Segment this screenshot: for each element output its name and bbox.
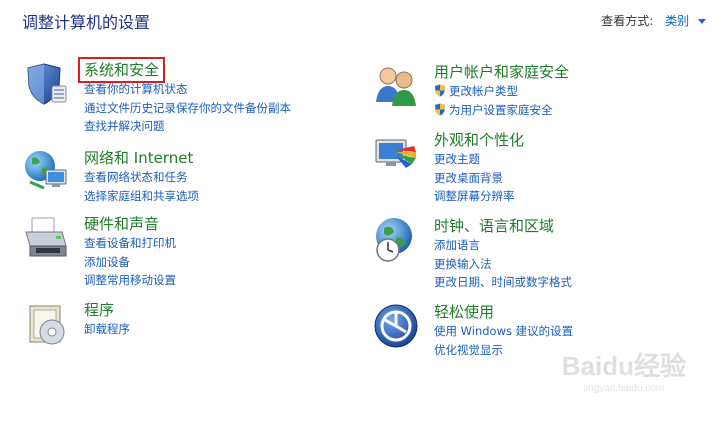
shield-icon[interactable]	[22, 60, 70, 108]
category-title-programs[interactable]: 程序	[84, 300, 114, 320]
category-title-appearance[interactable]: 外观和个性化	[434, 130, 524, 150]
link-optimize-visual-display[interactable]: 优化视觉显示	[434, 341, 573, 360]
link-view-computer-status[interactable]: 查看你的计算机状态	[84, 80, 291, 99]
link-mobility-settings[interactable]: 调整常用移动设置	[84, 271, 176, 290]
link-devices-printers[interactable]: 查看设备和打印机	[84, 234, 176, 253]
uac-shield-icon	[435, 84, 445, 97]
chevron-down-icon[interactable]	[698, 19, 706, 24]
appearance-icon[interactable]	[372, 130, 420, 178]
view-by-label: 查看方式:	[601, 14, 654, 28]
category-title-clock-language-region[interactable]: 时钟、语言和区域	[434, 216, 554, 236]
uac-shield-icon	[435, 103, 445, 115]
category-title-ease-of-access[interactable]: 轻松使用	[434, 302, 494, 322]
link-change-account-type[interactable]: 更改帐户类型	[434, 82, 569, 101]
watermark-text: Baidu经验	[561, 351, 686, 381]
link-homegroup-sharing[interactable]: 选择家庭组和共享选项	[84, 187, 199, 206]
network-globe-icon[interactable]	[22, 148, 70, 196]
link-add-device[interactable]: 添加设备	[84, 253, 176, 272]
link-troubleshoot[interactable]: 查找并解决问题	[84, 117, 291, 136]
programs-icon[interactable]	[22, 300, 70, 348]
link-date-time-format[interactable]: 更改日期、时间或数字格式	[434, 273, 572, 292]
printer-icon[interactable]	[22, 214, 70, 262]
category-title-user-accounts[interactable]: 用户帐户和家庭安全	[434, 62, 569, 82]
link-desktop-background[interactable]: 更改桌面背景	[434, 169, 524, 188]
link-family-safety-label: 为用户设置家庭安全	[449, 102, 553, 117]
link-change-input-method[interactable]: 更换输入法	[434, 255, 572, 274]
watermark-sub: jingyan.baidu.com	[583, 383, 665, 394]
link-network-status[interactable]: 查看网络状态和任务	[84, 168, 199, 187]
link-change-account-type-label: 更改帐户类型	[449, 84, 518, 98]
link-family-safety[interactable]: 为用户设置家庭安全	[434, 101, 569, 120]
category-title-hardware-sound[interactable]: 硬件和声音	[84, 214, 159, 234]
category-title-system-security[interactable]: 系统和安全	[77, 57, 166, 83]
link-add-language[interactable]: 添加语言	[434, 236, 572, 255]
link-change-theme[interactable]: 更改主题	[434, 150, 524, 169]
clock-globe-icon[interactable]	[372, 216, 420, 264]
page-title: 调整计算机的设置	[22, 13, 151, 32]
link-file-history-backup[interactable]: 通过文件历史记录保存你的文件备份副本	[84, 99, 291, 118]
users-icon[interactable]	[372, 62, 420, 110]
ease-of-access-icon[interactable]	[372, 302, 420, 350]
view-by-control[interactable]: 查看方式: 类别	[601, 12, 706, 29]
link-screen-resolution[interactable]: 调整屏幕分辨率	[434, 187, 524, 206]
view-by-dropdown[interactable]: 类别	[665, 14, 689, 28]
category-title-network-internet[interactable]: 网络和 Internet	[84, 148, 193, 168]
link-uninstall-program[interactable]: 卸载程序	[84, 320, 130, 339]
watermark: Baidu经验 jingyan.baidu.com	[562, 346, 686, 394]
link-recommended-settings[interactable]: 使用 Windows 建议的设置	[434, 322, 573, 341]
